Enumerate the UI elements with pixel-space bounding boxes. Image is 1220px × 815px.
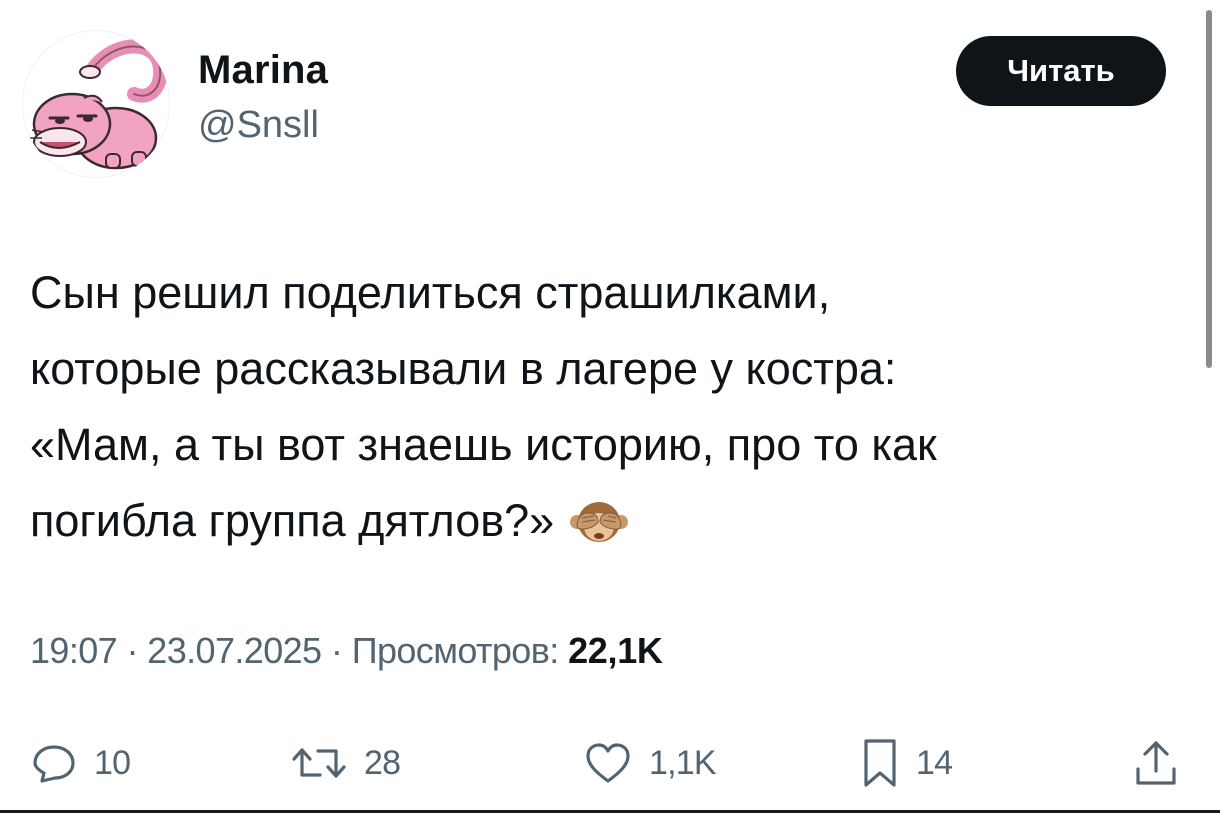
tweet-text-line-content: погибла группа дятлов?» — [30, 495, 555, 546]
heart-icon — [586, 743, 630, 783]
tweet-text-line: Сын решил поделиться страшилками, — [30, 267, 831, 318]
meta-separator: · — [330, 630, 343, 671]
tweet-time[interactable]: 19:07 — [30, 630, 118, 671]
repost-button[interactable]: 28 — [290, 730, 401, 796]
tweet-text-line: которые рассказывали в лагере у костра: — [30, 343, 897, 394]
reply-button[interactable]: 10 — [30, 730, 131, 796]
repost-icon — [292, 748, 346, 778]
views-count[interactable]: 22,1K — [568, 630, 663, 671]
like-button[interactable]: 1,1K — [583, 730, 717, 796]
bookmark-button[interactable]: 14 — [860, 730, 953, 796]
repost-count: 28 — [364, 743, 401, 782]
avatar[interactable] — [22, 30, 170, 178]
bookmark-icon — [864, 739, 896, 787]
meta-separator: · — [126, 630, 139, 671]
see-no-evil-monkey-icon — [570, 502, 629, 542]
like-count: 1,1K — [649, 743, 717, 782]
tweet-meta: 19:07 · 23.07.2025 · Просмотров: 22,1K — [30, 630, 663, 672]
tweet-card: Marina @Snsll Читать Сын решил поделитьс… — [0, 0, 1220, 815]
scrollbar[interactable] — [1206, 10, 1212, 368]
reply-icon — [33, 745, 75, 783]
tweet-text: Сын решил поделиться страшилками, которы… — [30, 255, 1190, 559]
tweet-text-line: погибла группа дятлов?» — [30, 483, 1190, 559]
slowpoke-avatar-icon — [30, 39, 168, 170]
reply-count: 10 — [94, 743, 131, 782]
divider — [0, 810, 1220, 813]
tweet-text-line: «Мам, а ты вот знаешь историю, про то ка… — [30, 419, 937, 470]
author-handle[interactable]: @Snsll — [198, 104, 319, 147]
author-name[interactable]: Marina — [198, 48, 328, 93]
bookmark-count: 14 — [916, 743, 953, 782]
views-label: Просмотров: — [351, 630, 560, 671]
share-icon — [1136, 741, 1176, 785]
action-bar: 10 28 1,1K 14 — [0, 730, 1220, 796]
tweet-date[interactable]: 23.07.2025 — [147, 630, 322, 671]
share-button[interactable] — [1132, 730, 1180, 796]
follow-button[interactable]: Читать — [956, 36, 1166, 106]
